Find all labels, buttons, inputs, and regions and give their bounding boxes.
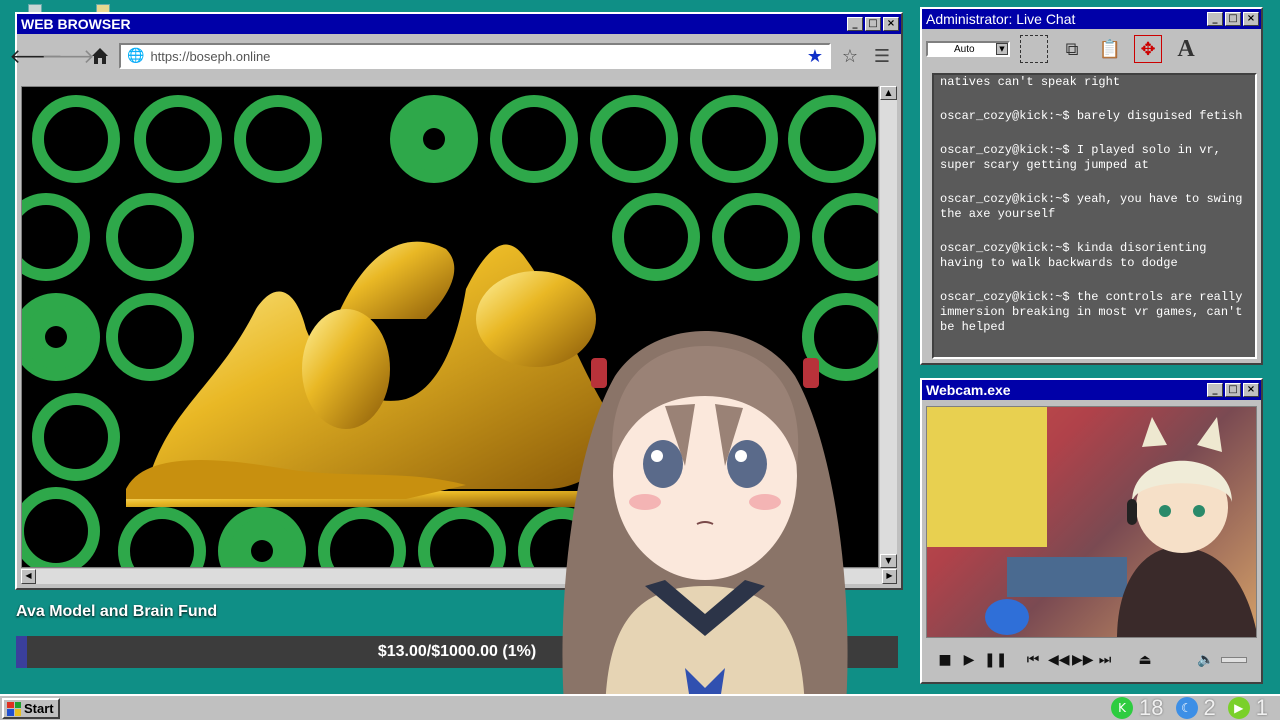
star-filled-icon[interactable]: ★ bbox=[807, 46, 823, 67]
tray-count: 1 bbox=[1255, 695, 1268, 720]
fund-title: Ava Model and Brain Fund bbox=[16, 603, 218, 620]
webcam-feed bbox=[926, 406, 1257, 638]
font-size-value: Auto bbox=[954, 43, 975, 55]
chat-message: oscar_cozy@kick:~$ yeah, you have to swi… bbox=[940, 192, 1251, 222]
play-icon[interactable]: ▶ bbox=[960, 652, 978, 668]
vertical-scrollbar[interactable]: ▲ ▼ bbox=[880, 86, 897, 568]
vtuber-avatar bbox=[562, 331, 848, 720]
minimize-button[interactable]: _ bbox=[1207, 12, 1223, 26]
volume-icon[interactable]: 🔈 bbox=[1197, 652, 1215, 668]
skip-end-icon[interactable]: ⏭ bbox=[1096, 652, 1114, 668]
stop-icon[interactable]: ■ bbox=[936, 652, 954, 668]
tray-count: 2 bbox=[1203, 695, 1216, 720]
close-button[interactable]: × bbox=[1243, 383, 1259, 397]
fund-progress-text: $13.00/$1000.00 (1%) bbox=[377, 643, 537, 660]
scroll-down-icon[interactable]: ▼ bbox=[880, 554, 897, 568]
browser-toolbar: 🡐 🡒 🌐 https://boseph.online ★ ☆ ☰ bbox=[9, 34, 901, 78]
move-icon[interactable]: ✥ bbox=[1134, 35, 1162, 63]
font-icon[interactable]: A bbox=[1172, 35, 1200, 63]
taskbar: Start K 18 ☾ 2 ▶ 1 bbox=[0, 694, 1280, 720]
chat-log[interactable]: natives can't speak right oscar_cozy@kick… bbox=[932, 73, 1257, 359]
chat-message: oscar_cozy@kick:~$ I played solo in vr, … bbox=[940, 143, 1251, 173]
eject-icon[interactable]: ⏏ bbox=[1136, 652, 1154, 668]
chat-message: natives can't speak right bbox=[940, 75, 1251, 90]
wheel-pattern bbox=[712, 193, 800, 281]
window-title: Administrator: Live Chat bbox=[926, 11, 1076, 27]
hamburger-icon[interactable]: ☰ bbox=[869, 46, 895, 67]
maximize-button[interactable]: □ bbox=[1225, 383, 1241, 397]
fast-forward-icon[interactable]: ▶▶ bbox=[1072, 652, 1094, 668]
close-button[interactable]: × bbox=[1243, 12, 1259, 26]
globe-icon: 🌐 bbox=[127, 48, 145, 64]
home-icon bbox=[92, 48, 108, 64]
play-circle-icon[interactable]: ▶ bbox=[1227, 697, 1250, 719]
chat-username: oscar_cozy@kick:~$ bbox=[940, 241, 1077, 255]
media-controls: ■ ▶ ❚❚ ⏮ ◀◀ ▶▶ ⏭ ⏏ 🔈 bbox=[926, 642, 1257, 678]
wheel-pattern bbox=[22, 293, 100, 381]
start-label: Start bbox=[24, 701, 54, 716]
paste-icon[interactable]: 📋 bbox=[1096, 35, 1124, 63]
webcam-titlebar[interactable]: Webcam.exe _ □ × bbox=[922, 380, 1261, 400]
scroll-left-icon[interactable]: ◀ bbox=[21, 569, 36, 584]
window-title: Webcam.exe bbox=[926, 382, 1011, 398]
moon-icon[interactable]: ☾ bbox=[1175, 697, 1198, 719]
system-tray: K 18 ☾ 2 ▶ 1 bbox=[1111, 695, 1274, 720]
select-tool-icon[interactable] bbox=[1020, 35, 1048, 63]
chat-username: oscar_cozy@kick:~$ bbox=[940, 109, 1077, 123]
copy-icon[interactable]: ⧉ bbox=[1058, 35, 1086, 63]
chat-text: natives can't speak right bbox=[940, 75, 1121, 89]
forward-button[interactable]: 🡒 bbox=[41, 43, 95, 69]
address-bar[interactable]: 🌐 https://boseph.online ★ bbox=[119, 43, 831, 69]
chat-message: oscar_cozy@kick:~$ barely disguised feti… bbox=[940, 109, 1251, 124]
chat-message: oscar_cozy@kick:~$ the controls are real… bbox=[940, 290, 1251, 335]
maximize-button[interactable]: □ bbox=[1225, 12, 1241, 26]
maximize-button[interactable]: □ bbox=[865, 17, 881, 31]
chat-message: oscar_cozy@kick:~$ kinda disorienting ha… bbox=[940, 241, 1251, 271]
rewind-icon[interactable]: ◀◀ bbox=[1048, 652, 1070, 668]
skip-start-icon[interactable]: ⏮ bbox=[1024, 652, 1042, 668]
webcam-avatar-image bbox=[927, 407, 1256, 637]
wheel-pattern bbox=[690, 95, 778, 183]
windows-logo-icon bbox=[7, 701, 21, 716]
tray-count: 18 bbox=[1139, 695, 1164, 720]
wheel-pattern bbox=[22, 487, 100, 567]
chat-username: oscar_cozy@kick:~$ bbox=[940, 290, 1077, 304]
wheel-pattern bbox=[812, 193, 878, 281]
minimize-button[interactable]: _ bbox=[847, 17, 863, 31]
close-button[interactable]: × bbox=[883, 17, 899, 31]
scroll-up-icon[interactable]: ▲ bbox=[880, 86, 897, 100]
kick-icon[interactable]: K bbox=[1111, 697, 1134, 719]
live-chat-window: Administrator: Live Chat _ □ × Auto ▼ ⧉ … bbox=[920, 7, 1263, 365]
webcam-window: Webcam.exe _ □ × ■ ▶ ❚❚ ⏮ ◀◀ ▶▶ ⏭ ⏏ 🔈 bbox=[920, 378, 1263, 684]
home-button[interactable] bbox=[87, 43, 113, 69]
window-title: WEB BROWSER bbox=[21, 16, 131, 32]
wheel-pattern bbox=[788, 95, 876, 183]
font-size-select[interactable]: Auto ▼ bbox=[926, 41, 1010, 57]
url-text[interactable]: https://boseph.online bbox=[150, 49, 806, 64]
start-button[interactable]: Start bbox=[2, 698, 60, 719]
chat-username: oscar_cozy@kick:~$ bbox=[940, 143, 1077, 157]
star-outline-icon[interactable]: ☆ bbox=[837, 46, 863, 67]
volume-slider[interactable] bbox=[1221, 657, 1247, 663]
chevron-down-icon: ▼ bbox=[996, 43, 1008, 55]
fund-progress-fill bbox=[16, 636, 28, 668]
chat-titlebar[interactable]: Administrator: Live Chat _ □ × bbox=[922, 9, 1261, 29]
browser-titlebar[interactable]: WEB BROWSER _ □ × bbox=[17, 14, 901, 34]
minimize-button[interactable]: _ bbox=[1207, 383, 1223, 397]
chat-text: barely disguised fetish bbox=[1076, 109, 1243, 123]
wheel-pattern bbox=[22, 193, 90, 281]
chat-toolbar: Auto ▼ ⧉ 📋 ✥ A bbox=[922, 29, 1261, 69]
pause-icon[interactable]: ❚❚ bbox=[984, 652, 1007, 668]
chat-username: oscar_cozy@kick:~$ bbox=[940, 192, 1077, 206]
scroll-right-icon[interactable]: ▶ bbox=[882, 569, 897, 584]
